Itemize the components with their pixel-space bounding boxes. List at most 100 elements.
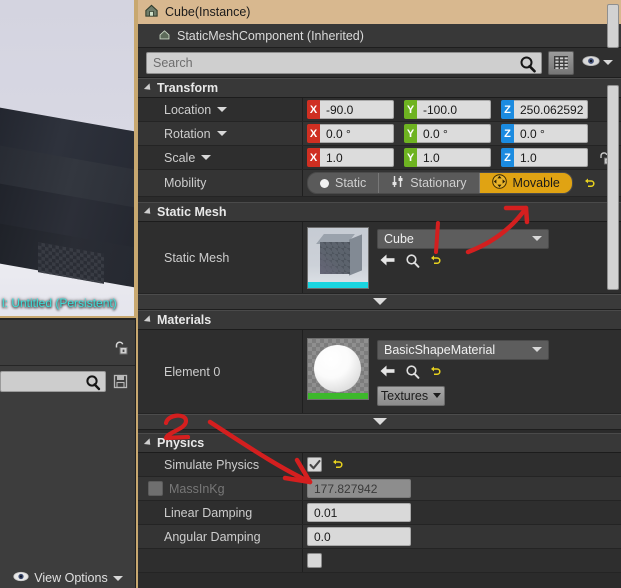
column-grid-button[interactable] [548,50,574,75]
search-placeholder: Search [153,55,193,70]
partial-checkbox[interactable] [307,553,322,568]
revert-arrow-icon[interactable] [583,177,596,190]
material-asset-buttons [377,364,549,382]
section-header-materials[interactable]: Materials [138,310,621,330]
chevron-expanded-icon [143,207,154,217]
rotation-z-value[interactable]: 0.0 ° [514,124,588,143]
chevron-down-icon [112,575,123,581]
location-z-value[interactable]: 250.062592 [514,100,588,119]
level-viewport[interactable]: l: Untitled (Persistent) [0,0,136,318]
sphere-material-thumbnail[interactable] [307,337,369,400]
property-value-mobility: Static Stationary Movable [303,170,621,196]
scale-x-value[interactable]: 1.0 [320,148,394,167]
material-asset-combo[interactable]: BasicShapeMaterial [377,339,549,360]
option-label: Stationary [410,176,467,190]
property-value-element-0: BasicShapeMaterial Textures [303,334,621,410]
magnifier-icon[interactable] [405,364,420,382]
property-label-mass-in-kg: MassInKg [138,477,303,500]
details-scrollbar[interactable] [607,85,619,290]
axis-label-y: Y [404,124,417,143]
property-label-linear-damping: Linear Damping [138,501,303,524]
chevron-down-icon[interactable] [217,107,228,112]
static-mesh-expander[interactable] [138,294,621,310]
mass-override-checkbox[interactable] [148,481,163,496]
scale-x-field[interactable]: X 1.0 [307,148,394,167]
viewport-level-label: l: Untitled (Persistent) [2,296,117,310]
property-label-location[interactable]: Location [138,98,303,121]
visibility-options-button[interactable] [580,55,615,70]
material-controls: BasicShapeMaterial Textures [377,338,549,406]
property-row-angular-damping: Angular Damping 0.0 [138,525,621,549]
angular-damping-value[interactable]: 0.0 [307,527,411,546]
property-label-rotation[interactable]: Rotation [138,122,303,145]
label-text: Mobility [164,176,207,190]
axis-label-z: Z [501,124,514,143]
rotation-y-field[interactable]: Y 0.0 ° [404,124,491,143]
property-row-scale: Scale X 1.0 Y 1.0 Z 1.0 [138,146,621,170]
section-header-transform[interactable]: Transform [138,78,621,98]
linear-damping-value[interactable]: 0.01 [307,503,411,522]
outliner-tree-body[interactable] [0,394,135,560]
label-text: Angular Damping [164,529,261,544]
label-text: Rotation [164,126,211,141]
location-x-value[interactable]: -90.0 [320,100,394,119]
label-text: Location [164,102,212,117]
textures-button[interactable]: Textures [377,385,445,406]
component-icon [158,28,171,44]
mobility-option-static[interactable]: Static [308,173,378,193]
magnifier-icon[interactable] [405,253,420,271]
scale-z-value[interactable]: 1.0 [514,148,588,167]
chevron-down-icon[interactable] [216,131,227,136]
axis-label-y: Y [404,148,417,167]
revert-arrow-icon[interactable] [429,365,442,381]
location-x-field[interactable]: X -90.0 [307,100,394,119]
mobility-option-movable[interactable]: Movable [478,173,572,193]
static-mesh-asset-combo[interactable]: Cube [377,228,549,249]
details-search-bar: Search [138,48,621,78]
lock-open-icon[interactable] [112,340,128,357]
property-label-scale[interactable]: Scale [138,146,303,169]
actor-icon [144,3,159,21]
chevron-down-icon [532,236,542,241]
section-header-static-mesh[interactable]: Static Mesh [138,202,621,222]
component-label: Cube(Instance) [165,5,251,19]
view-options-button[interactable]: View Options [0,571,136,585]
location-z-field[interactable]: Z 250.062592 [501,100,588,119]
app-root: l: Untitled (Persistent) View Options Cu… [0,0,621,588]
rotation-y-value[interactable]: 0.0 ° [417,124,491,143]
revert-arrow-icon[interactable] [429,254,442,270]
scale-z-field[interactable]: Z 1.0 [501,148,588,167]
label-text: Linear Damping [164,505,253,520]
revert-arrow-icon[interactable] [331,458,344,471]
save-icon[interactable] [109,370,131,392]
section-header-physics[interactable]: Physics [138,433,621,453]
scale-y-value[interactable]: 1.0 [417,148,491,167]
property-row-simulate-physics: Simulate Physics [138,453,621,477]
property-value-static-mesh: Cube [303,223,621,293]
component-row-cube-instance[interactable]: Cube(Instance) [138,0,621,24]
simulate-physics-checkbox[interactable] [307,457,322,472]
cube-thumbnail[interactable] [307,226,369,289]
component-row-staticmeshcomponent[interactable]: StaticMeshComponent (Inherited) [138,24,621,48]
rotation-x-value[interactable]: 0.0 ° [320,124,394,143]
rotation-z-field[interactable]: Z 0.0 ° [501,124,588,143]
chevron-down-icon [603,60,613,65]
search-input[interactable]: Search [146,51,542,74]
axis-label-z: Z [501,148,514,167]
rotation-x-field[interactable]: X 0.0 ° [307,124,394,143]
back-arrow-icon[interactable] [379,253,396,270]
axis-label-y: Y [404,100,417,119]
materials-expander[interactable] [138,414,621,430]
location-y-value[interactable]: -100.0 [417,100,491,119]
property-value-location: X -90.0 Y -100.0 Z 250.062592 [303,98,621,121]
mobility-option-stationary[interactable]: Stationary [378,173,478,193]
scale-y-field[interactable]: Y 1.0 [404,148,491,167]
chevron-down-icon[interactable] [201,155,212,160]
label-text: Element 0 [164,364,221,379]
back-arrow-icon[interactable] [379,364,396,381]
component-tree-scrollbar[interactable] [607,4,619,48]
location-y-field[interactable]: Y -100.0 [404,100,491,119]
double-chevron-down-icon [370,295,390,309]
outliner-search-input[interactable] [0,370,106,394]
magnifier-icon [85,374,101,394]
